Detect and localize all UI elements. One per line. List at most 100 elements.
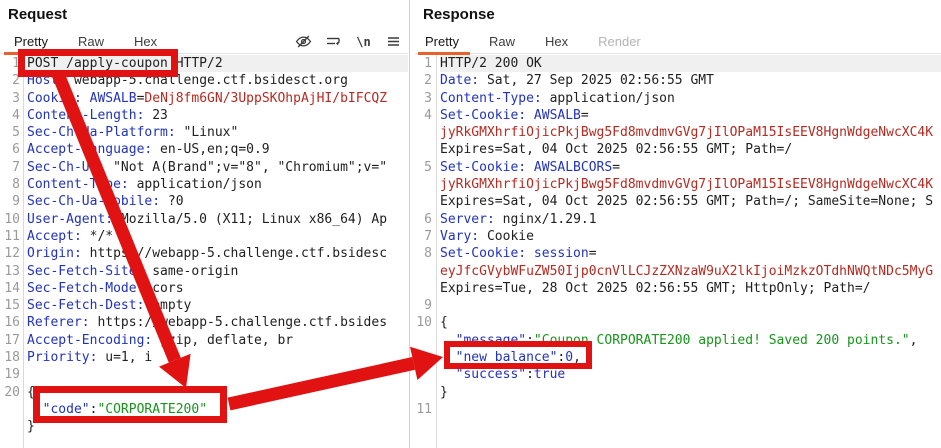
line-number: 10: [0, 211, 20, 228]
tab-hex[interactable]: Hex: [134, 34, 157, 49]
code-line[interactable]: 19: [0, 366, 408, 383]
request-body-code-box: [33, 386, 227, 423]
line-text: Server: nginx/1.29.1: [440, 211, 941, 228]
line-number: 6: [415, 211, 432, 228]
line-text: jyRkGMXhrfiOjicPkjBwg5Fd8mvdmvGVg7jIlOPa…: [440, 176, 941, 193]
line-text: Set-Cookie: AWSALB=: [440, 107, 941, 124]
line-number: 4: [415, 107, 432, 124]
code-line[interactable]: 16 Referer: https://webapp-5.challenge.ct…: [0, 314, 408, 331]
line-number: 10: [415, 314, 432, 331]
line-text: Expires=Tue, 28 Oct 2025 02:56:55 GMT; H…: [440, 280, 941, 297]
line-number: 8: [0, 176, 20, 193]
line-text: Set-Cookie: AWSALBCORS=: [440, 159, 941, 176]
code-line: }: [415, 384, 941, 401]
code-line[interactable]: 13 Sec-Fetch-Site: same-origin: [0, 263, 408, 280]
line-text: Referer: https://webapp-5.challenge.ctf.…: [27, 314, 408, 331]
line-text: Sec-Ch-Ua: "Not A(Brand";v="8", "Chromiu…: [27, 159, 408, 176]
line-text: Sec-Fetch-Dest: empty: [27, 297, 408, 314]
line-text: [27, 366, 408, 383]
code-line[interactable]: 9Sec-Ch-Ua-Mobile: ?0: [0, 193, 408, 210]
code-line: Expires=Sat, 04 Oct 2025 02:56:55 GMT; P…: [415, 193, 941, 210]
response-viewer: 1HTTP/2 200 OK2 Date: Sat, 27 Sep 2025 02…: [415, 55, 941, 448]
response-panel: Response Pretty Raw Hex Render 1HTTP/2 200 …: [415, 0, 941, 448]
line-number: 12: [0, 245, 20, 262]
panel-divider[interactable]: [409, 0, 410, 448]
line-number: 7: [415, 228, 432, 245]
code-line[interactable]: 6Accept-Language: en-US,en;q=0.9: [0, 141, 408, 158]
line-text: Date: Sat, 27 Sep 2025 02:56:55 GMT: [440, 72, 941, 89]
line-number: 2: [0, 72, 20, 89]
code-line[interactable]: 12 Origin: https://webapp-5.challenge.ctf…: [0, 245, 408, 262]
line-text: }: [440, 384, 941, 401]
code-line: 2 Date: Sat, 27 Sep 2025 02:56:55 GMT: [415, 72, 941, 89]
tab-render: Render: [598, 34, 641, 49]
response-panel-title: Response: [423, 6, 495, 23]
line-number: 7: [0, 159, 20, 176]
code-line: jyRkGMXhrfiOjicPkjBwg5Fd8mvdmvGVg7jIlOPa…: [415, 176, 941, 193]
line-text: Content-Type: application/json: [440, 90, 941, 107]
line-text: Content-Type: application/json: [27, 176, 408, 193]
newline-icon[interactable]: \n: [355, 33, 372, 50]
line-text: Sec-Ch-Ua-Mobile: ?0: [27, 193, 408, 210]
code-line[interactable]: 17 Accept-Encoding: gzip, deflate, br: [0, 332, 408, 349]
code-line: Expires=Sat, 04 Oct 2025 02:56:55 GMT; P…: [415, 141, 941, 158]
line-number: 2: [415, 72, 432, 89]
response-tabbar: Pretty Raw Hex Render: [415, 30, 941, 54]
line-number: 13: [0, 263, 20, 280]
code-line[interactable]: 3Cookie: AWSALB=DeNj8fm6GN/3UppSKOhpAjHI…: [0, 90, 408, 107]
request-line-box: [18, 49, 178, 77]
line-text: Cookie: AWSALB=DeNj8fm6GN/3UppSKOhpAjHI/…: [27, 90, 408, 107]
line-text: Accept-Encoding: gzip, deflate, br: [27, 332, 408, 349]
code-line[interactable]: 14Sec-Fetch-Mode: cors: [0, 280, 408, 297]
code-line: jyRkGMXhrfiOjicPkjBwg5Fd8mvdmvGVg7jIlOPa…: [415, 124, 941, 141]
line-text: Vary: Cookie: [440, 228, 941, 245]
request-toolbar: \n: [295, 30, 402, 53]
code-line: Expires=Tue, 28 Oct 2025 02:56:55 GMT; H…: [415, 280, 941, 297]
line-number: 11: [0, 228, 20, 245]
code-line: 8Set-Cookie: session=: [415, 245, 941, 262]
code-line: 10{: [415, 314, 941, 331]
line-number: 4: [0, 107, 20, 124]
tab-pretty[interactable]: Pretty: [14, 34, 48, 49]
code-line[interactable]: 15Sec-Fetch-Dest: empty: [0, 297, 408, 314]
line-text: Priority: u=1, i: [27, 349, 408, 366]
tab-raw[interactable]: Raw: [78, 34, 104, 49]
code-line[interactable]: 10 User-Agent: Mozilla/5.0 (X11; Linux x8…: [0, 211, 408, 228]
line-number: 19: [0, 366, 20, 383]
http-message-editor: Request Pretty Raw Hex: [0, 0, 941, 448]
line-number: 8: [415, 245, 432, 262]
line-text: Expires=Sat, 04 Oct 2025 02:56:55 GMT; P…: [440, 193, 941, 210]
menu-icon[interactable]: [385, 33, 402, 50]
code-line: 6 Server: nginx/1.29.1: [415, 211, 941, 228]
line-number: 3: [415, 90, 432, 107]
code-line: 1HTTP/2 200 OK: [415, 55, 941, 72]
code-line[interactable]: 8 Content-Type: application/json: [0, 176, 408, 193]
word-wrap-icon[interactable]: [325, 33, 342, 50]
code-line[interactable]: 4Content-Length: 23: [0, 107, 408, 124]
code-line[interactable]: 7 Sec-Ch-Ua: "Not A(Brand";v="8", "Chromi…: [0, 159, 408, 176]
hide-matches-icon[interactable]: [295, 33, 312, 50]
line-text: eyJfcGVybWFuZW50Ijp0cnVlLCJzZXNzaW9uX2lk…: [440, 263, 941, 280]
line-text: HTTP/2 200 OK: [440, 55, 941, 72]
code-line: eyJfcGVybWFuZW50Ijp0cnVlLCJzZXNzaW9uX2lk…: [415, 263, 941, 280]
code-line[interactable]: 11Accept: */*: [0, 228, 408, 245]
line-text: Origin: https://webapp-5.challenge.ctf.b…: [27, 245, 408, 262]
tab-hex[interactable]: Hex: [545, 34, 568, 49]
request-panel-title: Request: [8, 6, 67, 23]
line-text: [440, 297, 941, 314]
code-line[interactable]: 18Priority: u=1, i: [0, 349, 408, 366]
line-text: Sec-Fetch-Site: same-origin: [27, 263, 408, 280]
line-number: 9: [415, 297, 432, 314]
tab-pretty[interactable]: Pretty: [425, 34, 459, 49]
code-line: 9: [415, 297, 941, 314]
code-line: 7 Vary: Cookie: [415, 228, 941, 245]
code-line[interactable]: 5Sec-Ch-Ua-Platform: "Linux": [0, 124, 408, 141]
line-number: 17: [0, 332, 20, 349]
line-text: User-Agent: Mozilla/5.0 (X11; Linux x86_…: [27, 211, 408, 228]
line-text: Expires=Sat, 04 Oct 2025 02:56:55 GMT; P…: [440, 141, 941, 158]
line-number: 16: [0, 314, 20, 331]
line-text: Sec-Fetch-Mode: cors: [27, 280, 408, 297]
tab-raw[interactable]: Raw: [489, 34, 515, 49]
line-number: 20: [0, 384, 20, 401]
line-number: 5: [0, 124, 20, 141]
